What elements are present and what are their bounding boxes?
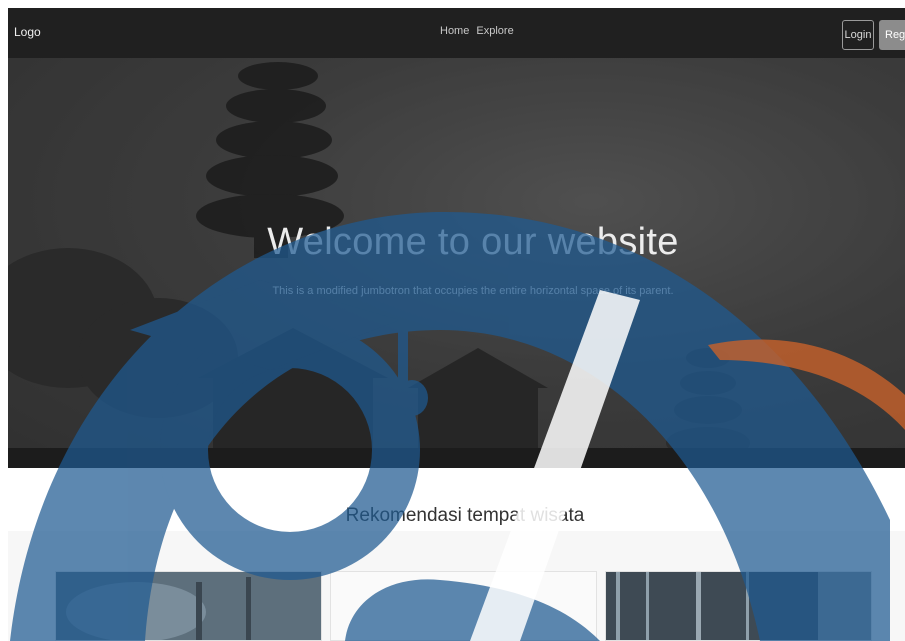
hero-jumbotron: Welcome to our website This is a modifie…: [8, 58, 905, 468]
brand-logo[interactable]: Logo: [14, 25, 41, 39]
destination-card-image: [56, 572, 321, 640]
nav-links: Home Explore: [440, 25, 518, 37]
hero-title: Welcome to our website: [267, 221, 679, 263]
register-button[interactable]: Register: [879, 20, 905, 50]
hero-subtitle: This is a modified jumbotron that occupi…: [272, 285, 674, 297]
login-button[interactable]: Login: [842, 20, 874, 50]
nav-link-home[interactable]: Home: [440, 25, 469, 37]
destination-card[interactable]: [330, 571, 597, 641]
nav-link-explore[interactable]: Explore: [476, 25, 513, 37]
destination-card[interactable]: [605, 571, 872, 641]
recommendations-title: Rekomendasi tempat wisata: [345, 505, 585, 526]
destination-card[interactable]: [55, 571, 322, 641]
top-navbar: Logo Home Explore Login Register: [8, 8, 905, 58]
destination-card-image: [606, 572, 871, 640]
